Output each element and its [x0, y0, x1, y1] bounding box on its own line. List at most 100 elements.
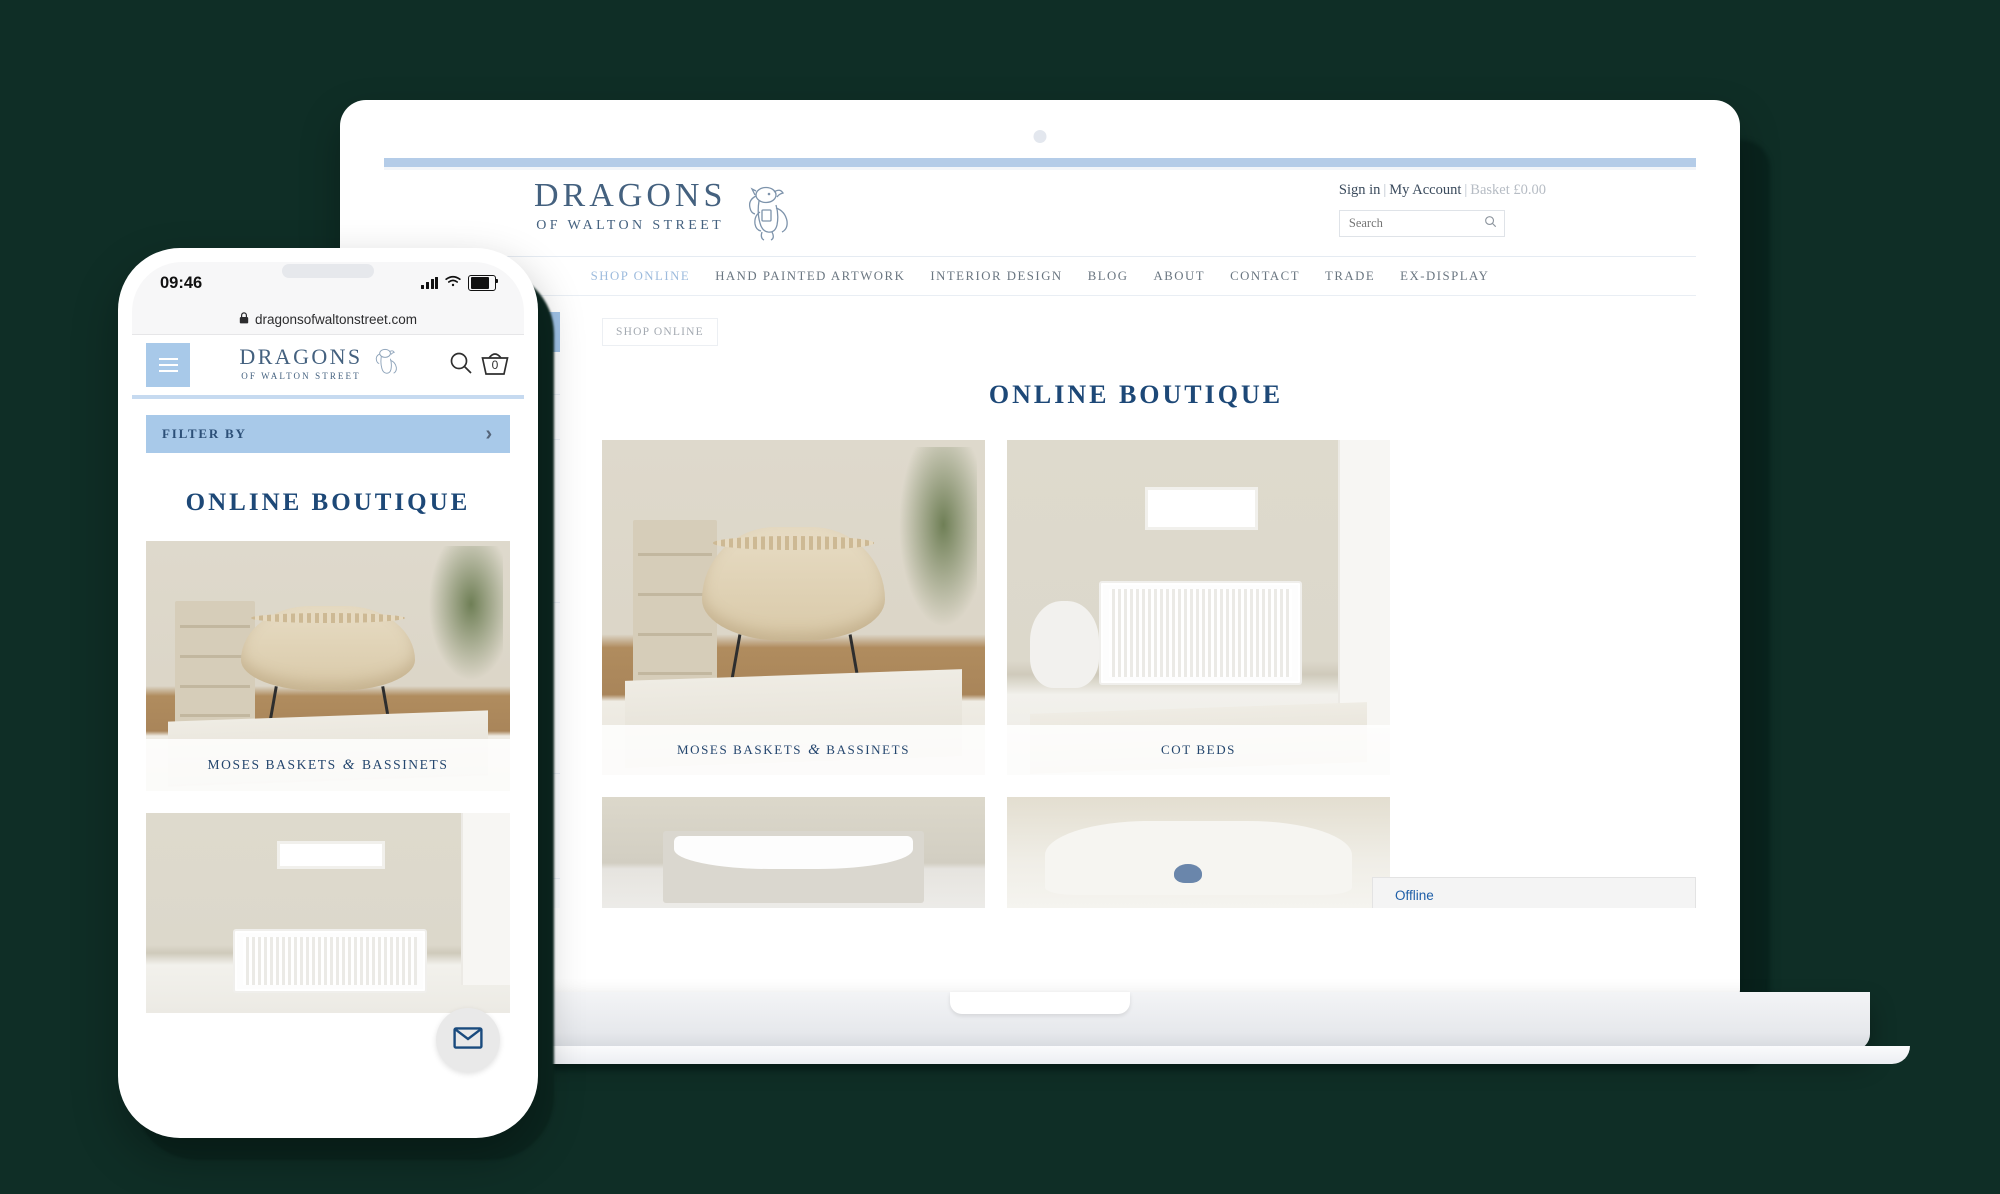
main-navigation: SHOP ONLINE HAND PAINTED ARTWORK INTERIO…	[384, 257, 1696, 295]
caption-ampersand: &	[342, 756, 357, 773]
phone-page-title: ONLINE BOUTIQUE	[185, 489, 471, 516]
product-card-nursery[interactable]	[1007, 797, 1390, 908]
product-card-caption: MOSES BASKETS & BASSINETS	[602, 725, 985, 775]
search-input[interactable]	[1346, 215, 1461, 232]
photo-chair	[1029, 600, 1099, 688]
caption-text-part-2: BASSINETS	[826, 742, 911, 757]
search-box[interactable]	[1338, 210, 1505, 237]
laptop-camera-icon	[1033, 130, 1047, 143]
account-separator-2: |	[1464, 182, 1468, 198]
laptop-base-notch	[950, 992, 1130, 1014]
phone-status-bar: 09:46	[132, 262, 524, 304]
photo-door	[1338, 440, 1390, 729]
basket-total[interactable]: Basket £0.00	[1470, 182, 1546, 198]
phone-site-logo[interactable]: DRAGONS OF WALTON STREET	[200, 343, 438, 386]
photo-mat	[1045, 821, 1352, 896]
phone-notch	[282, 264, 374, 278]
url-text: dragonsofwaltonstreet.com	[254, 311, 418, 327]
phone-logo-brand-name: DRAGONS	[239, 343, 363, 369]
photo-plant	[893, 446, 978, 641]
account-links: Sign in | My Account | Basket £0.00	[1339, 182, 1546, 199]
logo-text: DRAGONS OF WALTON STREET	[534, 178, 726, 234]
search-icon[interactable]	[1484, 215, 1497, 233]
chat-status-label: Offline	[1395, 887, 1434, 903]
basket-icon[interactable]: 0	[480, 349, 510, 382]
product-card-moses-baskets[interactable]: MOSES BASKETS & BASSINETS	[602, 440, 985, 775]
phone-filter-bar[interactable]: FILTER BY ›	[146, 415, 510, 453]
nav-item-hand-painted-artwork[interactable]: HAND PAINTED ARTWORK	[715, 269, 905, 284]
photo-cot-bed	[233, 929, 427, 993]
product-card-changing[interactable]	[602, 797, 985, 908]
photo-wall-frame	[277, 841, 385, 869]
breadcrumb[interactable]: SHOP ONLINE	[602, 318, 718, 346]
wifi-icon	[445, 274, 461, 292]
product-card-cot-beds[interactable]: COT BEDS	[1007, 440, 1390, 775]
basket-count-badge: 0	[491, 357, 499, 372]
product-photo-nursery	[1007, 797, 1390, 908]
photo-moses-basket	[701, 527, 886, 641]
photo-plant	[422, 546, 503, 691]
caption-text-part-2: BASSINETS	[362, 757, 449, 772]
phone-url-bar[interactable]: dragonsofwaltonstreet.com	[132, 304, 524, 335]
sign-in-link[interactable]: Sign in	[1339, 182, 1381, 198]
main-navigation-bar: SHOP ONLINE HAND PAINTED ARTWORK INTERIO…	[384, 256, 1696, 296]
chevron-right-icon: ›	[485, 422, 494, 445]
dragon-painter-logo-icon	[736, 182, 792, 249]
logo-brand-tagline: OF WALTON STREET	[536, 217, 725, 233]
phone-product-card-cot-beds[interactable]	[146, 813, 510, 1013]
site-body: › › ⌄ ⌄ ⌄ › › SHOP ONLINE ONLINE BOUTIQU…	[384, 296, 1696, 908]
lock-icon	[239, 311, 249, 327]
photo-moses-basket	[240, 606, 416, 691]
signal-bars-icon	[421, 277, 439, 289]
caption-ampersand: &	[808, 741, 821, 758]
laptop-screen: DRAGONS OF WALTON STREET Sign in | My Ac…	[384, 158, 1696, 908]
nav-item-interior-design[interactable]: INTERIOR DESIGN	[930, 269, 1062, 284]
site-header: DRAGONS OF WALTON STREET Sign in | My Ac…	[384, 170, 1696, 256]
logo-brand-name: DRAGONS	[534, 177, 727, 214]
phone-site-header: DRAGONS OF WALTON STREET 0	[132, 335, 524, 395]
site-logo[interactable]: DRAGONS OF WALTON STREET	[534, 178, 792, 249]
nav-item-about[interactable]: ABOUT	[1154, 269, 1206, 284]
site-top-accent-bar	[384, 158, 1696, 167]
phone-header-rule	[132, 395, 524, 399]
catalog-main: SHOP ONLINE ONLINE BOUTIQUE MOSES BASKET…	[576, 296, 1696, 908]
photo-cot-bed	[1098, 580, 1303, 686]
account-area: Sign in | My Account | Basket £0.00	[1338, 182, 1546, 237]
phone-product-card-caption: MOSES BASKETS & BASSINETS	[146, 739, 510, 791]
phone-body: 09:46 dragonsofwaltonstreet.com DRAGONS …	[118, 248, 538, 1138]
photo-door	[460, 813, 510, 985]
nav-item-blog[interactable]: BLOG	[1088, 269, 1129, 284]
chat-widget-tab[interactable]: Offline	[1372, 877, 1696, 908]
phone-device-mockup: 09:46 dragonsofwaltonstreet.com DRAGONS …	[118, 248, 554, 1160]
status-time: 09:46	[160, 273, 203, 292]
phone-screen: 09:46 dragonsofwaltonstreet.com DRAGONS …	[132, 262, 524, 1124]
caption-text-part-1: MOSES BASKETS	[207, 757, 337, 772]
product-card-caption: COT BEDS	[1007, 725, 1390, 775]
photo-changing-unit	[663, 830, 924, 903]
mail-contact-button[interactable]	[436, 1008, 500, 1072]
phone-logo-brand-tagline: OF WALTON STREET	[241, 370, 361, 381]
search-icon[interactable]	[448, 350, 474, 381]
envelope-icon	[453, 1026, 483, 1055]
hamburger-menu-icon[interactable]	[146, 343, 190, 387]
status-system-icons	[421, 274, 499, 292]
nav-item-shop-online[interactable]: SHOP ONLINE	[591, 269, 691, 284]
product-photo-changing	[602, 797, 985, 908]
phone-filter-label: FILTER BY	[162, 426, 247, 441]
caption-text-part-1: COT BEDS	[1160, 742, 1237, 757]
nav-item-trade[interactable]: TRADE	[1325, 269, 1375, 284]
nav-item-ex-display[interactable]: EX-DISPLAY	[1400, 269, 1489, 284]
product-category-grid: MOSES BASKETS & BASSINETS COT BEDS	[602, 440, 1670, 908]
mockup-canvas: DRAGONS OF WALTON STREET Sign in | My Ac…	[0, 0, 2000, 1194]
page-title: ONLINE BOUTIQUE	[988, 380, 1284, 409]
photo-wall-frame	[1144, 486, 1259, 530]
phone-dragon-painter-logo-icon	[369, 345, 399, 386]
phone-product-card-moses-baskets[interactable]: MOSES BASKETS & BASSINETS	[146, 541, 510, 791]
battery-icon	[468, 274, 499, 292]
my-account-link[interactable]: My Account	[1389, 182, 1461, 198]
phone-header-icons: 0	[448, 349, 510, 382]
phone-product-photo-cot-beds	[146, 813, 510, 1013]
website-viewport: DRAGONS OF WALTON STREET Sign in | My Ac…	[384, 158, 1696, 908]
account-separator-1: |	[1383, 182, 1387, 198]
nav-item-contact[interactable]: CONTACT	[1230, 269, 1300, 284]
